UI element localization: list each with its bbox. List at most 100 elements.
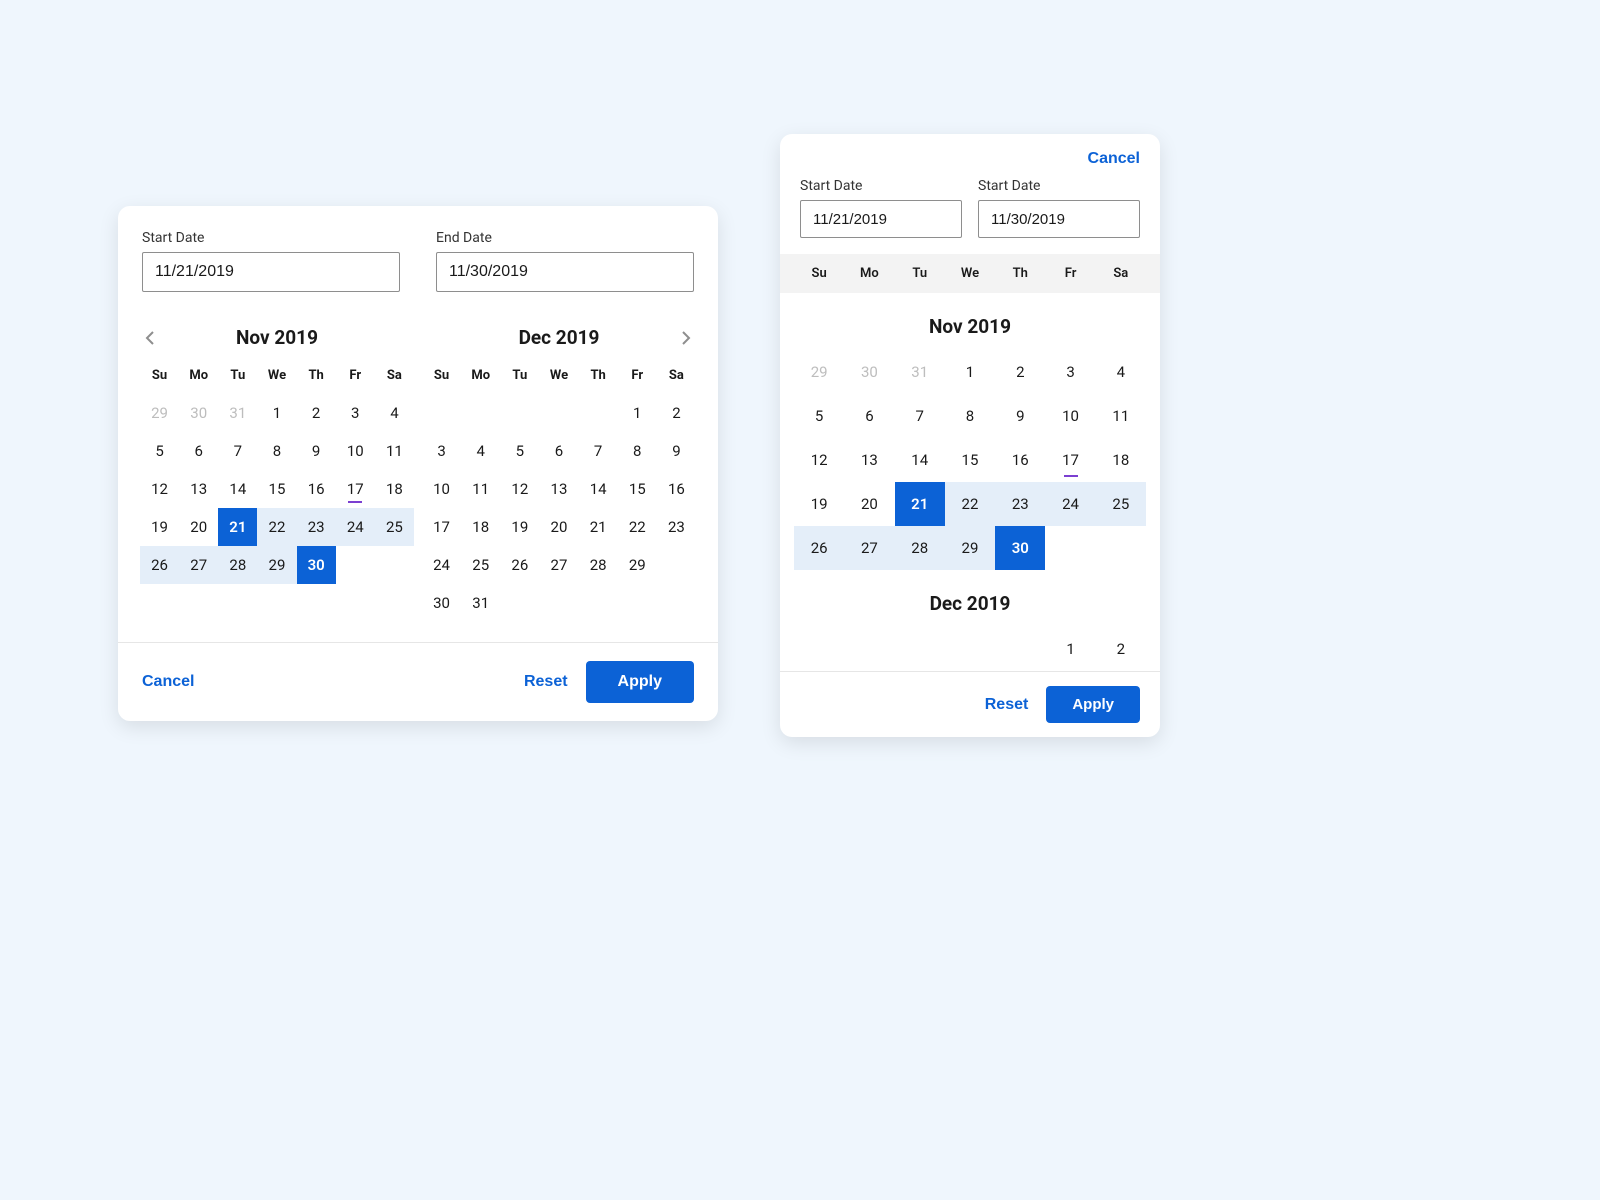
- calendar-day[interactable]: 14: [579, 470, 618, 508]
- calendar-day[interactable]: 2: [657, 394, 696, 432]
- calendar-day[interactable]: 1: [257, 394, 296, 432]
- calendar-day[interactable]: 31: [461, 584, 500, 622]
- calendar-day[interactable]: 24: [1045, 482, 1095, 526]
- calendar-day[interactable]: 10: [336, 432, 375, 470]
- calendar-day[interactable]: 13: [179, 470, 218, 508]
- calendar-day[interactable]: 21: [579, 508, 618, 546]
- calendar-day[interactable]: 5: [794, 394, 844, 438]
- calendar-day[interactable]: 30: [297, 546, 336, 584]
- reset-button[interactable]: Reset: [985, 696, 1029, 714]
- calendar-day[interactable]: 22: [257, 508, 296, 546]
- calendar-day[interactable]: 6: [179, 432, 218, 470]
- calendar-day[interactable]: 24: [422, 546, 461, 584]
- calendar-day[interactable]: 28: [218, 546, 257, 584]
- calendar-day[interactable]: 2: [995, 350, 1045, 394]
- calendar-day[interactable]: 8: [945, 394, 995, 438]
- calendar-day[interactable]: 29: [140, 394, 179, 432]
- calendar-day[interactable]: 28: [895, 526, 945, 570]
- apply-button[interactable]: Apply: [1046, 686, 1140, 723]
- chevron-left-icon[interactable]: [138, 326, 162, 350]
- calendar-day[interactable]: 30: [844, 350, 894, 394]
- calendar-day[interactable]: 7: [895, 394, 945, 438]
- calendar-day[interactable]: 23: [657, 508, 696, 546]
- calendar-day[interactable]: 6: [539, 432, 578, 470]
- calendar-day[interactable]: 4: [375, 394, 414, 432]
- calendar-day[interactable]: 11: [461, 470, 500, 508]
- calendar-day[interactable]: 19: [500, 508, 539, 546]
- calendar-day[interactable]: 30: [179, 394, 218, 432]
- calendar-day[interactable]: 27: [844, 526, 894, 570]
- calendar-day[interactable]: 16: [297, 470, 336, 508]
- calendar-day[interactable]: 25: [461, 546, 500, 584]
- calendar-day[interactable]: 6: [844, 394, 894, 438]
- calendar-day[interactable]: 13: [844, 438, 894, 482]
- calendar-day[interactable]: 8: [257, 432, 296, 470]
- calendar-day[interactable]: 12: [794, 438, 844, 482]
- calendar-day[interactable]: 1: [618, 394, 657, 432]
- calendar-day[interactable]: 31: [218, 394, 257, 432]
- calendar-day[interactable]: 2: [1096, 627, 1146, 671]
- calendar-day[interactable]: 30: [995, 526, 1045, 570]
- calendar-day[interactable]: 4: [1096, 350, 1146, 394]
- start-date-input[interactable]: [800, 200, 962, 238]
- calendar-day[interactable]: 14: [895, 438, 945, 482]
- calendar-day[interactable]: 21: [218, 508, 257, 546]
- calendar-day[interactable]: 17: [422, 508, 461, 546]
- calendar-day[interactable]: 20: [539, 508, 578, 546]
- calendar-day[interactable]: 20: [179, 508, 218, 546]
- calendar-day[interactable]: 29: [794, 350, 844, 394]
- calendar-day[interactable]: 7: [579, 432, 618, 470]
- calendar-day[interactable]: 15: [257, 470, 296, 508]
- calendar-day[interactable]: 10: [1045, 394, 1095, 438]
- end-date-input[interactable]: [436, 252, 694, 292]
- calendar-day[interactable]: 19: [794, 482, 844, 526]
- calendar-day[interactable]: 12: [140, 470, 179, 508]
- calendar-day[interactable]: 17: [336, 470, 375, 508]
- calendar-day[interactable]: 8: [618, 432, 657, 470]
- calendar-day[interactable]: 12: [500, 470, 539, 508]
- calendar-day[interactable]: 18: [375, 470, 414, 508]
- calendar-day[interactable]: 26: [140, 546, 179, 584]
- calendar-day[interactable]: 29: [618, 546, 657, 584]
- calendar-day[interactable]: 1: [1045, 627, 1095, 671]
- apply-button[interactable]: Apply: [586, 661, 694, 703]
- calendar-day[interactable]: 18: [1096, 438, 1146, 482]
- calendar-day[interactable]: 27: [539, 546, 578, 584]
- calendar-day[interactable]: 9: [657, 432, 696, 470]
- calendar-day[interactable]: 23: [995, 482, 1045, 526]
- calendar-day[interactable]: 4: [461, 432, 500, 470]
- cancel-button[interactable]: Cancel: [142, 673, 194, 691]
- calendar-day[interactable]: 13: [539, 470, 578, 508]
- calendar-day[interactable]: 26: [794, 526, 844, 570]
- calendar-day[interactable]: 25: [375, 508, 414, 546]
- calendar-day[interactable]: 20: [844, 482, 894, 526]
- calendar-day[interactable]: 11: [1096, 394, 1146, 438]
- calendar-day[interactable]: 25: [1096, 482, 1146, 526]
- calendar-day[interactable]: 3: [336, 394, 375, 432]
- calendar-day[interactable]: 29: [945, 526, 995, 570]
- calendar-day[interactable]: 17: [1045, 438, 1095, 482]
- calendar-day[interactable]: 15: [618, 470, 657, 508]
- calendar-day[interactable]: 28: [579, 546, 618, 584]
- calendar-day[interactable]: 22: [945, 482, 995, 526]
- calendar-day[interactable]: 11: [375, 432, 414, 470]
- calendar-day[interactable]: 3: [422, 432, 461, 470]
- start-date-input[interactable]: [142, 252, 400, 292]
- calendar-day[interactable]: 1: [945, 350, 995, 394]
- calendar-day[interactable]: 30: [422, 584, 461, 622]
- calendar-day[interactable]: 7: [218, 432, 257, 470]
- calendar-day[interactable]: 14: [218, 470, 257, 508]
- end-date-input[interactable]: [978, 200, 1140, 238]
- calendar-day[interactable]: 16: [657, 470, 696, 508]
- calendar-day[interactable]: 27: [179, 546, 218, 584]
- calendar-day[interactable]: 26: [500, 546, 539, 584]
- calendar-day[interactable]: 15: [945, 438, 995, 482]
- calendar-day[interactable]: 18: [461, 508, 500, 546]
- calendar-day[interactable]: 22: [618, 508, 657, 546]
- calendar-day[interactable]: 5: [140, 432, 179, 470]
- calendar-day[interactable]: 31: [895, 350, 945, 394]
- calendar-day[interactable]: 3: [1045, 350, 1095, 394]
- calendar-day[interactable]: 23: [297, 508, 336, 546]
- calendar-day[interactable]: 24: [336, 508, 375, 546]
- chevron-right-icon[interactable]: [674, 326, 698, 350]
